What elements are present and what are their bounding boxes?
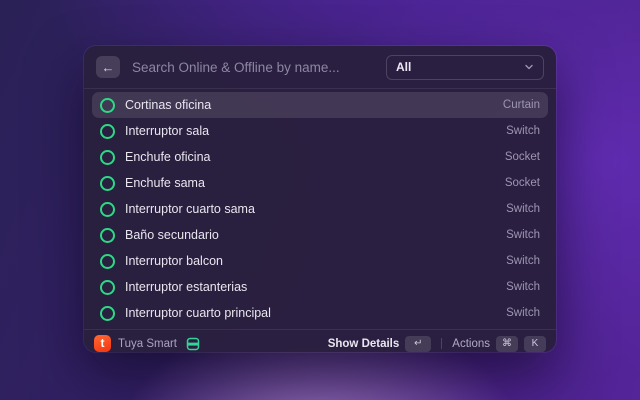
extension-name: Tuya Smart xyxy=(118,338,177,350)
back-arrow-icon: ← xyxy=(102,61,115,74)
status-ring-icon xyxy=(100,254,115,269)
show-details-label: Show Details xyxy=(328,338,400,350)
list-item[interactable]: Interruptor cuarto principal Switch xyxy=(92,300,548,326)
command-key-icon: ⌘ xyxy=(496,336,518,352)
device-name: Cortinas oficina xyxy=(125,98,211,112)
list-item[interactable]: Baño secundario Switch xyxy=(92,222,548,248)
footer-divider xyxy=(441,338,442,349)
device-type-badge: Socket xyxy=(505,151,540,163)
device-name: Enchufe sama xyxy=(125,176,205,190)
actions-label: Actions xyxy=(452,338,490,350)
list-item[interactable]: Interruptor estanterias Switch xyxy=(92,274,548,300)
list-item[interactable]: Interruptor balcon Switch xyxy=(92,248,548,274)
list-item[interactable]: Cortinas oficina Curtain xyxy=(92,92,548,118)
status-ring-icon xyxy=(100,306,115,321)
device-name: Interruptor balcon xyxy=(125,254,223,268)
status-ring-icon xyxy=(100,124,115,139)
actions-button[interactable]: Actions ⌘ K xyxy=(452,336,546,352)
status-ring-icon xyxy=(100,228,115,243)
back-button[interactable]: ← xyxy=(96,56,120,78)
device-name: Interruptor estanterias xyxy=(125,280,247,294)
status-ring-icon xyxy=(100,280,115,295)
status-ring-icon xyxy=(100,150,115,165)
device-type-badge: Switch xyxy=(506,125,540,137)
launcher-window: ← All Cortinas oficina Curtain Interrupt… xyxy=(84,46,556,352)
device-type-badge: Switch xyxy=(506,229,540,241)
list-item[interactable]: Enchufe oficina Socket xyxy=(92,144,548,170)
status-ring-icon xyxy=(100,176,115,191)
list-item[interactable]: Interruptor cuarto sama Switch xyxy=(92,196,548,222)
device-icon xyxy=(186,337,200,351)
search-input[interactable] xyxy=(132,60,374,75)
device-type-badge: Curtain xyxy=(503,99,540,111)
return-key-icon: ↵ xyxy=(405,336,431,352)
device-type-badge: Switch xyxy=(506,255,540,267)
device-name: Interruptor cuarto principal xyxy=(125,306,271,320)
device-name: Enchufe oficina xyxy=(125,150,210,164)
status-ring-icon xyxy=(100,98,115,113)
device-name: Interruptor cuarto sama xyxy=(125,202,255,216)
filter-dropdown[interactable]: All xyxy=(386,55,544,80)
search-header: ← All xyxy=(84,46,556,89)
tuya-logo: t xyxy=(94,335,111,352)
footer-bar: t Tuya Smart Show Details ↵ Actions ⌘ K xyxy=(84,329,556,357)
device-type-badge: Switch xyxy=(506,281,540,293)
filter-selected-value: All xyxy=(396,60,411,74)
device-type-badge: Switch xyxy=(506,307,540,319)
device-name: Baño secundario xyxy=(125,228,219,242)
show-details-button[interactable]: Show Details ↵ xyxy=(328,336,432,352)
status-ring-icon xyxy=(100,202,115,217)
list-item[interactable]: Enchufe sama Socket xyxy=(92,170,548,196)
list-item[interactable]: Interruptor sala Switch xyxy=(92,118,548,144)
k-key-icon: K xyxy=(524,336,546,352)
device-name: Interruptor sala xyxy=(125,124,209,138)
chevron-down-icon xyxy=(524,62,534,72)
device-type-badge: Socket xyxy=(505,177,540,189)
device-type-badge: Switch xyxy=(506,203,540,215)
device-list: Cortinas oficina Curtain Interruptor sal… xyxy=(84,89,556,329)
